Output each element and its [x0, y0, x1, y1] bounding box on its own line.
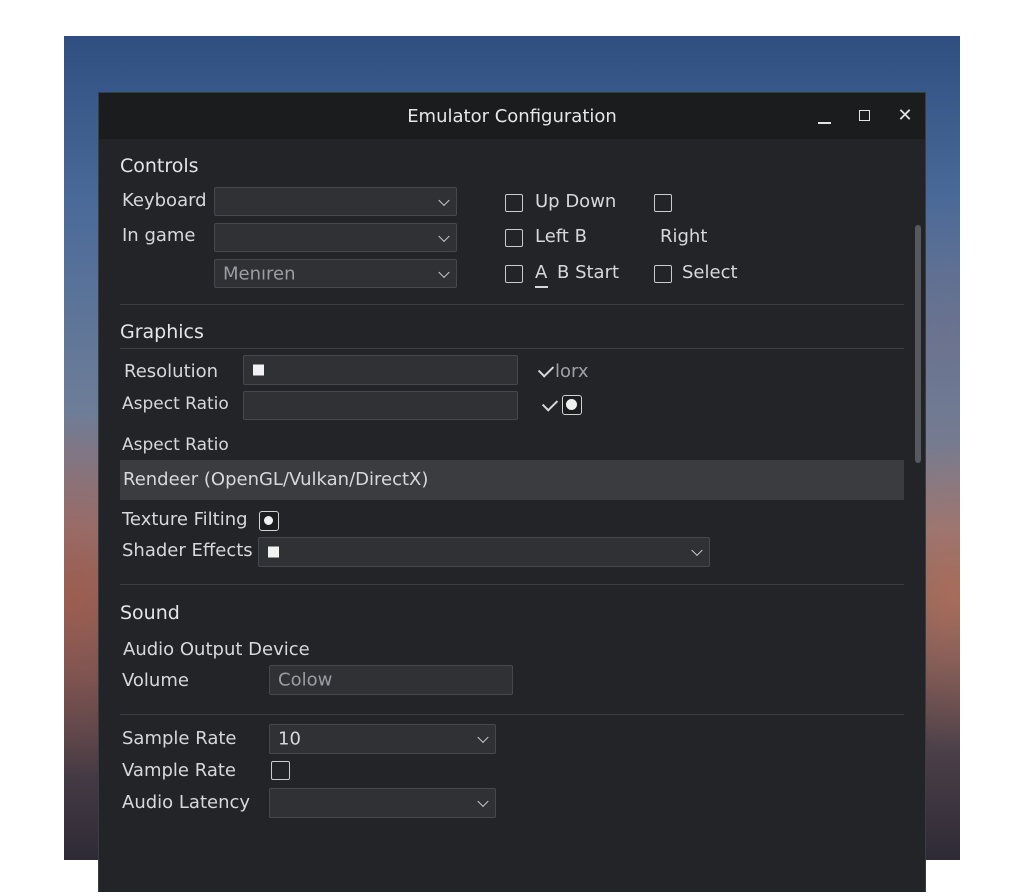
volume-field[interactable]: Colow — [269, 665, 513, 695]
sample-rate-label: Sample Rate — [122, 728, 237, 749]
texture-filtering-label: Texture Filting — [122, 509, 248, 530]
extra-checkbox[interactable] — [654, 194, 672, 212]
audio-output-label: Audio Output Device — [123, 639, 310, 660]
resolution-field[interactable] — [243, 355, 518, 385]
controls-section-title: Controls — [120, 155, 199, 177]
volume-value: Colow — [278, 669, 333, 691]
sample-rate-dropdown[interactable]: 10 — [269, 724, 496, 754]
up-down-label: Up Down — [535, 191, 617, 212]
menu-dropdown-value: Menıren — [223, 263, 296, 284]
chevron-down-icon — [477, 731, 489, 744]
keyboard-label: Keyboard — [122, 190, 207, 211]
aspect-ratio-label-2: Aspect Ratio — [122, 435, 229, 455]
section-divider — [120, 304, 904, 305]
check-icon — [541, 395, 559, 412]
window-title: Emulator Configuration — [407, 106, 617, 127]
left-b-checkbox[interactable] — [505, 229, 523, 247]
a-label: A — [535, 262, 548, 283]
select-label: Select — [682, 262, 738, 283]
audio-latency-dropdown[interactable] — [269, 788, 496, 818]
aspect-ratio-label: Aspect Ratio — [122, 394, 229, 414]
menu-dropdown[interactable]: Menıren — [214, 259, 457, 288]
aspect-ratio-field[interactable] — [243, 391, 518, 420]
section-divider — [120, 348, 904, 349]
select-checkbox[interactable] — [654, 265, 672, 283]
sound-section-title: Sound — [120, 602, 180, 624]
shader-swatch — [268, 546, 279, 558]
chevron-down-icon — [438, 266, 450, 278]
aspect-ratio-toggle[interactable] — [562, 395, 582, 415]
resolution-label: Resolution — [124, 361, 219, 382]
vertical-scrollbar[interactable] — [915, 225, 921, 463]
sample-rate-value: 10 — [278, 728, 301, 750]
ingame-dropdown[interactable] — [214, 223, 457, 252]
up-down-checkbox[interactable] — [505, 194, 523, 212]
chevron-down-icon — [691, 544, 703, 557]
a-underline — [535, 286, 548, 288]
section-divider — [120, 584, 904, 585]
radio-dot-icon — [264, 516, 273, 525]
ingame-label: In game — [122, 225, 196, 246]
emulator-config-window: Emulator Configuration ✕ Controls Keyboa… — [98, 92, 926, 892]
resolution-swatch — [253, 364, 264, 376]
right-label: Right — [660, 226, 708, 247]
left-b-label: Left B — [535, 226, 587, 247]
close-icon: ✕ — [897, 105, 913, 126]
chevron-down-icon — [477, 795, 489, 808]
shader-effects-label: Shader Effects — [122, 540, 253, 561]
maximize-button[interactable] — [851, 103, 879, 129]
minimize-button[interactable] — [811, 103, 839, 129]
title-bar[interactable]: Emulator Configuration ✕ — [99, 93, 925, 139]
audio-latency-label: Audio Latency — [122, 792, 251, 813]
chevron-down-icon — [438, 194, 450, 206]
texture-filtering-toggle[interactable] — [259, 511, 279, 531]
vample-rate-checkbox[interactable] — [271, 761, 290, 780]
close-button[interactable]: ✕ — [891, 103, 919, 129]
radio-dot-icon — [566, 399, 577, 410]
shader-effects-dropdown[interactable] — [258, 537, 710, 567]
graphics-section-title: Graphics — [120, 321, 204, 343]
renderer-label: Rendeer (OpenGL/Vulkan/DirectX) — [123, 469, 429, 490]
lorx-label: lorx — [555, 361, 589, 382]
minimize-icon — [818, 122, 831, 124]
maximize-icon — [859, 110, 870, 121]
keyboard-dropdown[interactable] — [214, 187, 457, 216]
check-icon — [537, 361, 555, 378]
vample-rate-label: Vample Rate — [122, 760, 236, 781]
section-divider — [120, 714, 904, 715]
chevron-down-icon — [438, 230, 450, 242]
b-start-label: B Start — [557, 262, 620, 283]
a-b-start-checkbox[interactable] — [505, 265, 523, 283]
volume-label: Volume — [122, 670, 189, 691]
